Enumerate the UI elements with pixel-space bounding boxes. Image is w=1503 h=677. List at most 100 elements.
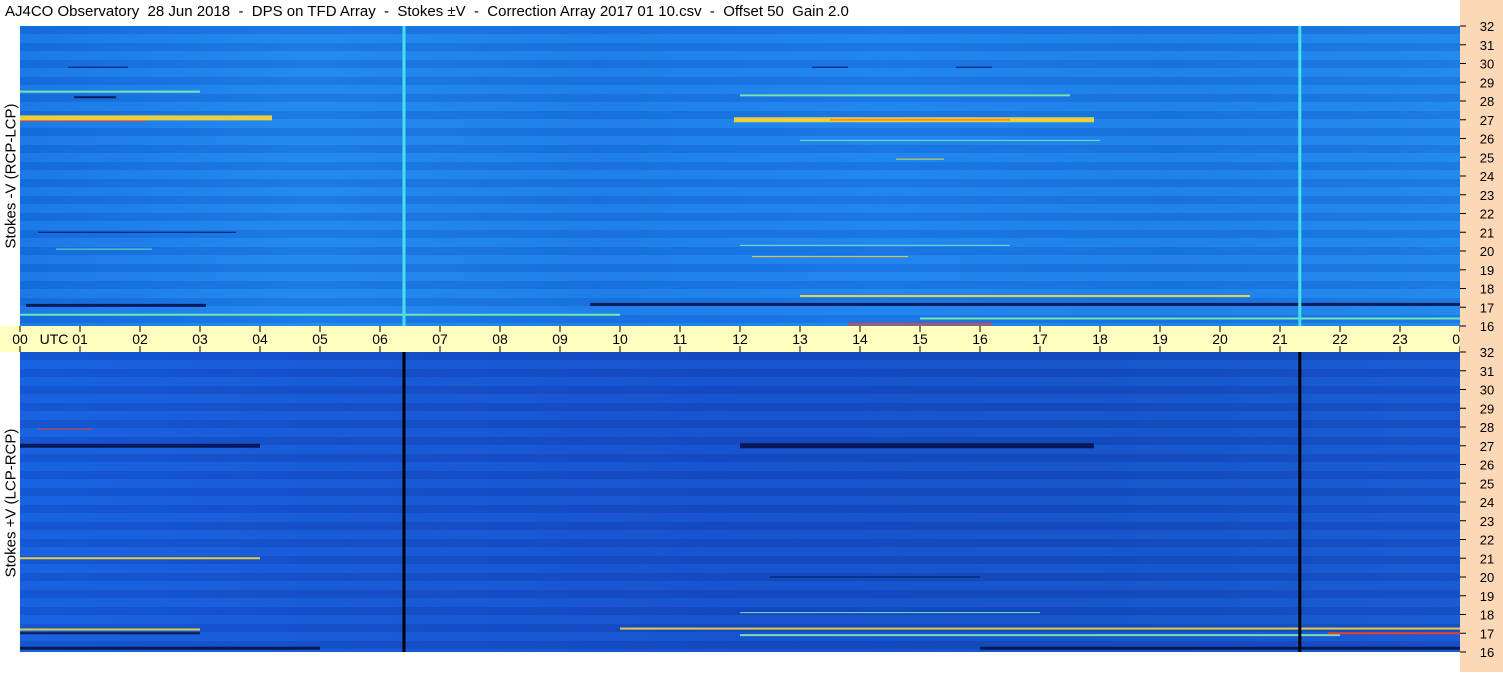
time-tick-label: 02	[132, 331, 148, 347]
time-tick-label: 20	[1212, 331, 1228, 347]
top-vertical-line	[1298, 26, 1302, 326]
time-tick-label: 19	[1152, 331, 1168, 347]
time-tick-label: 06	[372, 331, 388, 347]
bottom-band	[620, 627, 1460, 630]
top-band	[20, 313, 620, 316]
top-band	[812, 66, 848, 68]
bottom-spectrogram	[20, 352, 1460, 652]
bottom-vertical-line	[1298, 352, 1302, 652]
time-tick-label: 14	[852, 331, 868, 347]
time-tick-label: 09	[552, 331, 568, 347]
bottom-freq-tick-label: 19	[1480, 589, 1494, 604]
top-band	[800, 295, 1250, 297]
time-tick-label: 12	[732, 331, 748, 347]
bottom-band	[38, 428, 92, 430]
bottom-band	[770, 576, 980, 578]
top-freq-tick-label: 30	[1480, 57, 1494, 72]
bottom-freq-tick-label: 18	[1480, 608, 1494, 623]
top-band	[896, 158, 944, 160]
bottom-freq-tick-label: 32	[1480, 345, 1494, 360]
time-tick-label: 00	[12, 331, 28, 347]
bottom-freq-tick-label: 25	[1480, 476, 1494, 491]
time-tick-label: 22	[1332, 331, 1348, 347]
time-axis-ticks: 00 01 02 03 04 05 06 07 08 09 10 11 12 13 14 15 16 17 18 19…	[12, 326, 1499, 352]
time-tick-label: 13	[792, 331, 808, 347]
bottom-band	[20, 557, 260, 560]
top-band	[956, 66, 992, 68]
frequency-axis-ticks: 16 17 18 19 20 21 22 23 24 25 26 27 28 29 30 31 32 16 17 18…	[1460, 19, 1494, 660]
top-vertical-line	[402, 26, 406, 326]
bottom-band	[740, 443, 1094, 449]
top-band	[830, 118, 1010, 121]
time-tick-label: 16	[972, 331, 988, 347]
top-freq-tick-label: 26	[1480, 132, 1494, 147]
time-tick-label: 10	[612, 331, 628, 347]
top-band	[38, 231, 236, 233]
bottom-band	[20, 646, 320, 650]
top-band	[26, 303, 206, 307]
top-freq-tick-label: 25	[1480, 150, 1494, 165]
bottom-freq-tick-label: 26	[1480, 458, 1494, 473]
top-band	[590, 302, 1460, 306]
frequency-axis: 16 17 18 19 20 21 22 23 24 25 26 27 28 29 30 31 32 16 17 18…	[1460, 0, 1503, 672]
time-tick-label: 18	[1092, 331, 1108, 347]
top-freq-tick-label: 32	[1480, 19, 1494, 34]
bottom-band	[980, 646, 1460, 650]
bottom-freq-tick-label: 20	[1480, 570, 1494, 585]
top-freq-tick-label: 29	[1480, 75, 1494, 90]
bottom-freq-tick-label: 24	[1480, 495, 1494, 510]
top-band	[800, 139, 1100, 141]
bottom-freq-tick-label: 30	[1480, 383, 1494, 398]
top-band	[56, 248, 152, 250]
bottom-freq-tick-label: 28	[1480, 420, 1494, 435]
top-freq-tick-label: 27	[1480, 113, 1494, 128]
top-freq-tick-label: 16	[1480, 319, 1494, 334]
bottom-vertical-line	[402, 352, 406, 652]
bottom-freq-tick-label: 16	[1480, 645, 1494, 660]
bottom-band	[740, 612, 1040, 614]
bottom-band	[20, 632, 200, 635]
top-freq-tick-label: 18	[1480, 282, 1494, 297]
bottom-freq-tick-label: 29	[1480, 401, 1494, 416]
time-tick-label: 05	[312, 331, 328, 347]
top-freq-tick-label: 20	[1480, 244, 1494, 259]
top-band	[752, 256, 908, 258]
bottom-freq-tick-label: 17	[1480, 626, 1494, 641]
top-freq-tick-label: 19	[1480, 263, 1494, 278]
bottom-band	[20, 628, 200, 631]
bottom-band	[1328, 632, 1460, 635]
bottom-freq-tick-label: 23	[1480, 514, 1494, 529]
top-freq-tick-label: 24	[1480, 169, 1494, 184]
bottom-band	[740, 634, 1340, 637]
top-freq-tick-label: 23	[1480, 188, 1494, 203]
time-tick-label: 23	[1392, 331, 1408, 347]
top-freq-tick-label: 22	[1480, 207, 1494, 222]
top-spectrogram-plot	[20, 26, 1460, 326]
top-band	[20, 115, 272, 121]
top-band	[740, 244, 1010, 246]
bottom-freq-tick-label: 27	[1480, 439, 1494, 454]
top-freq-tick-label: 31	[1480, 38, 1494, 53]
time-tick-label: 15	[912, 331, 928, 347]
top-band	[68, 66, 128, 68]
top-freq-tick-label: 28	[1480, 94, 1494, 109]
time-tick-label: 17	[1032, 331, 1048, 347]
top-freq-tick-label: 21	[1480, 225, 1494, 240]
time-tick-label: 21	[1272, 331, 1288, 347]
bottom-freq-tick-label: 31	[1480, 364, 1494, 379]
top-freq-tick-label: 17	[1480, 300, 1494, 315]
bottom-freq-tick-label: 22	[1480, 533, 1494, 548]
top-band	[920, 317, 1460, 320]
time-unit-label: UTC	[40, 331, 69, 347]
top-band	[74, 96, 116, 99]
time-tick-label: 04	[252, 331, 268, 347]
top-band	[740, 94, 1070, 97]
time-tick-label: 11	[673, 331, 688, 347]
top-band	[20, 90, 200, 93]
bottom-spectrogram-plot	[20, 352, 1460, 652]
time-tick-label: 07	[432, 331, 448, 347]
top-spectrogram	[20, 26, 1460, 326]
top-panel-ylabel: Stokes -V (RCP-LCP)	[2, 103, 20, 249]
bottom-panel-ylabel: Stokes +V (LCP-RCP)	[2, 428, 20, 578]
top-band	[848, 323, 992, 326]
